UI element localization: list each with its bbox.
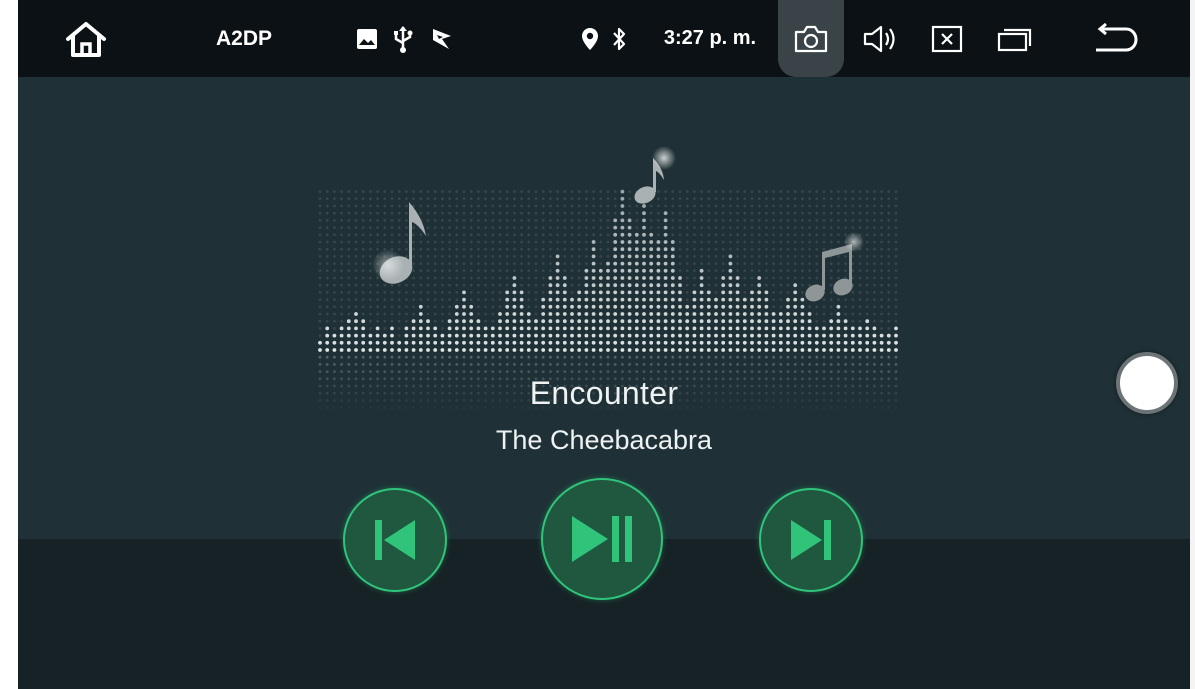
- close-box-icon: [931, 25, 963, 52]
- next-track-button[interactable]: [759, 488, 863, 592]
- home-button[interactable]: [56, 0, 116, 77]
- back-icon: [1096, 22, 1138, 51]
- back-button[interactable]: [1086, 0, 1146, 77]
- close-app-button[interactable]: [922, 0, 972, 77]
- location-icon: [578, 0, 602, 77]
- profile-text: A2DP: [215, 26, 273, 50]
- screen-edge: [1190, 0, 1195, 689]
- next-icon: [791, 520, 831, 560]
- play-pause-icon: [572, 516, 632, 562]
- navigation-icon: [426, 0, 456, 77]
- time-text: 3:27 p. m.: [663, 27, 757, 49]
- clock: 3:27 p. m.: [650, 0, 770, 77]
- recents-button[interactable]: [990, 0, 1040, 77]
- track-artist: The Cheebacabra: [495, 425, 713, 455]
- gallery-icon: [354, 0, 380, 77]
- music-notes-icon: [805, 232, 864, 302]
- previous-icon: [375, 520, 415, 560]
- camera-icon: [794, 25, 828, 52]
- status-bar: A2DP 3:27 p. m.: [18, 0, 1190, 77]
- volume-button[interactable]: [856, 0, 906, 77]
- music-player-screen: A2DP 3:27 p. m. Encounter The Cheebacabr…: [18, 0, 1190, 689]
- music-note-icon: [372, 202, 426, 284]
- volume-icon: [863, 25, 895, 52]
- screenshot-button[interactable]: [778, 0, 844, 77]
- recents-icon: [997, 28, 1032, 51]
- previous-track-button[interactable]: [343, 488, 447, 592]
- music-note-icon: [634, 146, 676, 204]
- bluetooth-icon: [608, 0, 630, 77]
- home-icon: [66, 21, 106, 57]
- play-pause-button[interactable]: [541, 478, 663, 600]
- floating-assistive-button[interactable]: [1116, 352, 1178, 414]
- track-title: Encounter: [529, 375, 679, 411]
- bt-profile-label: A2DP: [204, 0, 284, 77]
- usb-icon: [390, 0, 416, 77]
